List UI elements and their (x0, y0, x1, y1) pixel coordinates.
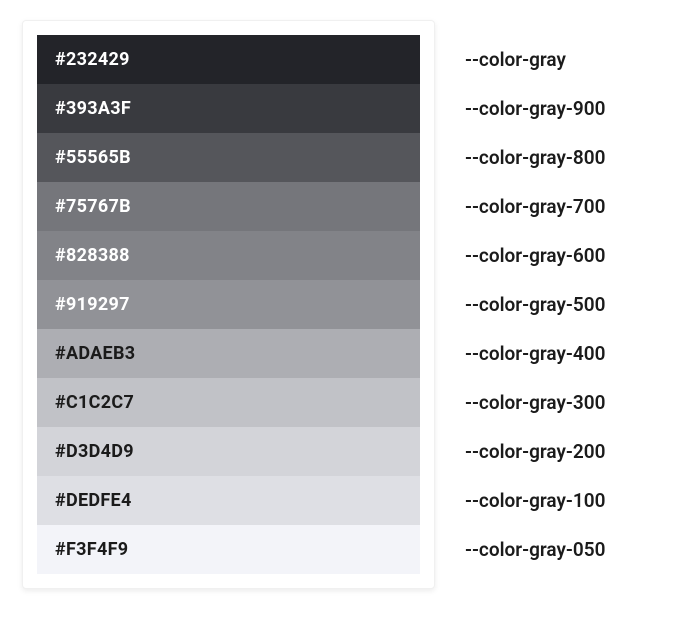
variable-name: --color-gray-500 (465, 280, 605, 329)
variable-name: --color-gray-300 (465, 378, 605, 427)
swatch-hex: #55565B (55, 147, 131, 168)
swatch-row: #232429 (37, 35, 420, 84)
swatch-hex: #DEDFE4 (55, 490, 132, 511)
swatch-panel: #232429 #393A3F #55565B #75767B #828388 … (22, 20, 435, 589)
palette-container: #232429 #393A3F #55565B #75767B #828388 … (22, 20, 652, 589)
swatch-row: #75767B (37, 182, 420, 231)
variable-list: --color-gray --color-gray-900 --color-gr… (465, 20, 605, 574)
swatch-row: #919297 (37, 280, 420, 329)
swatch-row: #55565B (37, 133, 420, 182)
swatch-row: #828388 (37, 231, 420, 280)
swatch-row: #F3F4F9 (37, 525, 420, 574)
swatch-hex: #393A3F (55, 98, 131, 119)
swatch-hex: #F3F4F9 (55, 539, 128, 560)
swatch-row: #DEDFE4 (37, 476, 420, 525)
variable-name: --color-gray-050 (465, 525, 605, 574)
swatch-row: #C1C2C7 (37, 378, 420, 427)
swatch-row: #D3D4D9 (37, 427, 420, 476)
swatch-hex: #D3D4D9 (55, 441, 134, 462)
swatch-hex: #C1C2C7 (55, 392, 134, 413)
variable-name: --color-gray-400 (465, 329, 605, 378)
swatch-hex: #ADAEB3 (55, 343, 135, 364)
variable-name: --color-gray-100 (465, 476, 605, 525)
swatch-hex: #232429 (55, 49, 130, 70)
variable-name: --color-gray-900 (465, 84, 605, 133)
swatch-row: #ADAEB3 (37, 329, 420, 378)
swatch-hex: #919297 (55, 294, 130, 315)
variable-name: --color-gray (465, 35, 605, 84)
swatch-row: #393A3F (37, 84, 420, 133)
swatch-hex: #75767B (55, 196, 131, 217)
variable-name: --color-gray-200 (465, 427, 605, 476)
variable-name: --color-gray-800 (465, 133, 605, 182)
swatch-hex: #828388 (55, 245, 130, 266)
variable-name: --color-gray-700 (465, 182, 605, 231)
variable-name: --color-gray-600 (465, 231, 605, 280)
